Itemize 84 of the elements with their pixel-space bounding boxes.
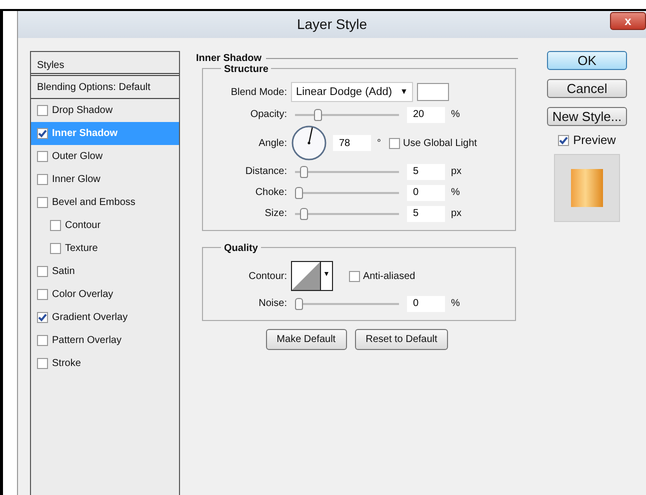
style-label: Satin: [52, 265, 75, 279]
section-title: Inner Shadow: [196, 52, 262, 65]
checkbox[interactable]: [348, 270, 360, 282]
field-label: Opacity:: [249, 108, 288, 122]
checkbox[interactable]: [37, 174, 48, 185]
checkbox[interactable]: [558, 134, 570, 146]
style-item[interactable]: Satin: [31, 260, 179, 283]
checkbox[interactable]: [50, 220, 61, 231]
slider-thumb[interactable]: [295, 186, 303, 198]
style-item[interactable]: Drop Shadow: [31, 99, 179, 122]
value-field[interactable]: 0: [407, 184, 445, 200]
dialog-button[interactable]: OK: [547, 51, 627, 70]
style-label: Inner Glow: [52, 173, 100, 187]
dialog-button[interactable]: Cancel: [547, 79, 627, 98]
field-label: Size:: [264, 207, 288, 221]
slider-thumb[interactable]: [300, 208, 308, 220]
unit-label: %: [451, 186, 460, 200]
unit-label: %: [451, 108, 460, 122]
checkbox[interactable]: [37, 105, 48, 116]
window-title: Layer Style: [296, 15, 368, 34]
angle-dial[interactable]: [291, 125, 327, 161]
checkbox[interactable]: [37, 151, 48, 162]
panel-button[interactable]: Reset to Default: [354, 329, 448, 350]
checkbox[interactable]: [37, 358, 48, 369]
style-item[interactable]: Bevel and Emboss: [31, 191, 179, 214]
unit-label: px: [451, 207, 462, 221]
style-item[interactable]: Contour: [31, 214, 179, 237]
field-label: Contour:: [248, 270, 288, 284]
checkbox[interactable]: [37, 289, 48, 300]
style-label: Stroke: [52, 357, 81, 371]
style-item[interactable]: Pattern Overlay: [31, 329, 179, 352]
field-label: Distance:: [244, 165, 288, 179]
close-button[interactable]: x: [610, 12, 646, 30]
field-label: Blend Mode:: [230, 86, 288, 100]
style-item[interactable]: Color Overlay: [31, 283, 179, 306]
value-field[interactable]: 5: [407, 164, 445, 180]
style-label: Pattern Overlay: [52, 334, 122, 348]
field-label: Choke:: [254, 186, 288, 200]
slider-thumb[interactable]: [300, 166, 308, 178]
style-label: Bevel and Emboss: [52, 196, 136, 210]
unit-label: px: [451, 165, 462, 179]
style-label: Drop Shadow: [52, 104, 113, 118]
caret-icon: ▼: [400, 86, 408, 98]
value-field[interactable]: 0: [407, 296, 445, 312]
style-label: Outer Glow: [52, 150, 103, 164]
unit-label: °: [377, 136, 381, 150]
field-label: Angle:: [258, 136, 288, 150]
checkbox[interactable]: [37, 312, 48, 323]
style-label: Color Overlay: [52, 288, 114, 302]
checkbox[interactable]: [37, 335, 48, 346]
style-item[interactable]: Texture: [31, 237, 179, 260]
slider-thumb[interactable]: [295, 298, 303, 310]
option-label: Use Global Light: [403, 136, 477, 150]
checkbox[interactable]: [389, 138, 400, 148]
style-label: Blending Options: Default: [37, 80, 150, 94]
checkbox[interactable]: [37, 128, 48, 139]
style-label: Texture: [65, 242, 98, 256]
slider-thumb[interactable]: [314, 108, 322, 120]
dialog-button[interactable]: New Style...: [547, 107, 627, 126]
style-label: Contour: [65, 219, 101, 233]
value-field[interactable]: 78: [333, 135, 371, 151]
style-item[interactable]: Inner Glow: [31, 168, 179, 191]
panel-button[interactable]: Make Default: [266, 329, 347, 350]
preview-label: Preview: [573, 132, 616, 149]
style-label: Gradient Overlay: [52, 311, 128, 325]
style-item[interactable]: Outer Glow: [31, 145, 179, 168]
unit-label: %: [451, 297, 460, 311]
option-label: Anti-aliased: [362, 270, 416, 284]
value-field[interactable]: 20: [407, 106, 445, 122]
checkbox[interactable]: [37, 197, 48, 208]
style-item[interactable]: Stroke: [31, 352, 179, 375]
list-header: Styles: [31, 52, 179, 76]
style-item[interactable]: Gradient Overlay: [31, 306, 179, 329]
color-swatch[interactable]: [416, 83, 449, 101]
checkbox[interactable]: [50, 243, 61, 254]
select-value: Linear Dodge (Add): [296, 84, 392, 100]
value-field[interactable]: 5: [407, 206, 445, 222]
checkbox[interactable]: [37, 266, 48, 277]
blend-mode-select[interactable]: Linear Dodge (Add) ▼: [291, 82, 413, 102]
style-item[interactable]: Blending Options: Default: [31, 76, 179, 99]
style-label: Inner Shadow: [52, 127, 118, 141]
preview-swatch: [571, 169, 603, 207]
group-title: Quality: [221, 241, 261, 256]
field-label: Noise:: [258, 297, 288, 311]
